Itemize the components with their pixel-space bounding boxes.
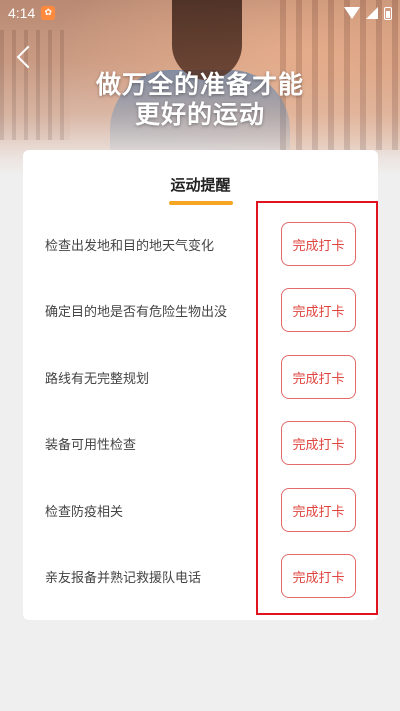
task-label: 确定目的地是否有危险生物出没 xyxy=(45,304,228,320)
signal-icon xyxy=(366,7,378,19)
task-label: 装备可用性检查 xyxy=(45,437,137,453)
card-title: 运动提醒 xyxy=(23,174,378,205)
hero-title-line1: 做万全的准备才能 xyxy=(95,70,304,99)
checkin-button[interactable]: 完成打卡 xyxy=(281,288,356,332)
task-row: 检查出发地和目的地天气变化 完成打卡 xyxy=(23,221,378,267)
task-row: 检查防疫相关 完成打卡 xyxy=(23,487,378,533)
task-row: 路线有无完整规划 完成打卡 xyxy=(23,354,378,400)
wifi-icon xyxy=(344,7,360,19)
task-label: 路线有无完整规划 xyxy=(45,371,150,387)
card-title-text: 运动提醒 xyxy=(170,176,231,194)
status-icons xyxy=(344,6,392,20)
checkin-button[interactable]: 完成打卡 xyxy=(281,421,356,465)
task-row: 装备可用性检查 完成打卡 xyxy=(23,420,378,466)
back-button[interactable] xyxy=(12,44,38,70)
checkin-button[interactable]: 完成打卡 xyxy=(281,355,356,399)
task-label: 检查防疫相关 xyxy=(45,504,124,520)
battery-icon xyxy=(384,6,392,20)
reminder-card: 运动提醒 检查出发地和目的地天气变化 完成打卡 确定目的地是否有危险生物出没 完… xyxy=(23,150,378,620)
status-bar: 4:14 ✿ xyxy=(0,0,400,26)
hero-title-line2: 更好的运动 xyxy=(134,100,265,129)
status-time: 4:14 xyxy=(8,5,36,21)
task-row: 亲友报备并熟记救援队电话 完成打卡 xyxy=(23,553,378,599)
task-label: 检查出发地和目的地天气变化 xyxy=(45,238,215,254)
task-row: 确定目的地是否有危险生物出没 完成打卡 xyxy=(23,287,378,333)
task-label: 亲友报备并熟记救援队电话 xyxy=(45,570,202,586)
checkin-button[interactable]: 完成打卡 xyxy=(281,488,356,532)
app-notification-icon: ✿ xyxy=(41,6,56,20)
title-underline xyxy=(168,201,233,205)
hero-title: 做万全的准备才能 更好的运动 xyxy=(0,70,400,130)
checkin-button[interactable]: 完成打卡 xyxy=(281,222,356,266)
checkin-button[interactable]: 完成打卡 xyxy=(281,554,356,598)
